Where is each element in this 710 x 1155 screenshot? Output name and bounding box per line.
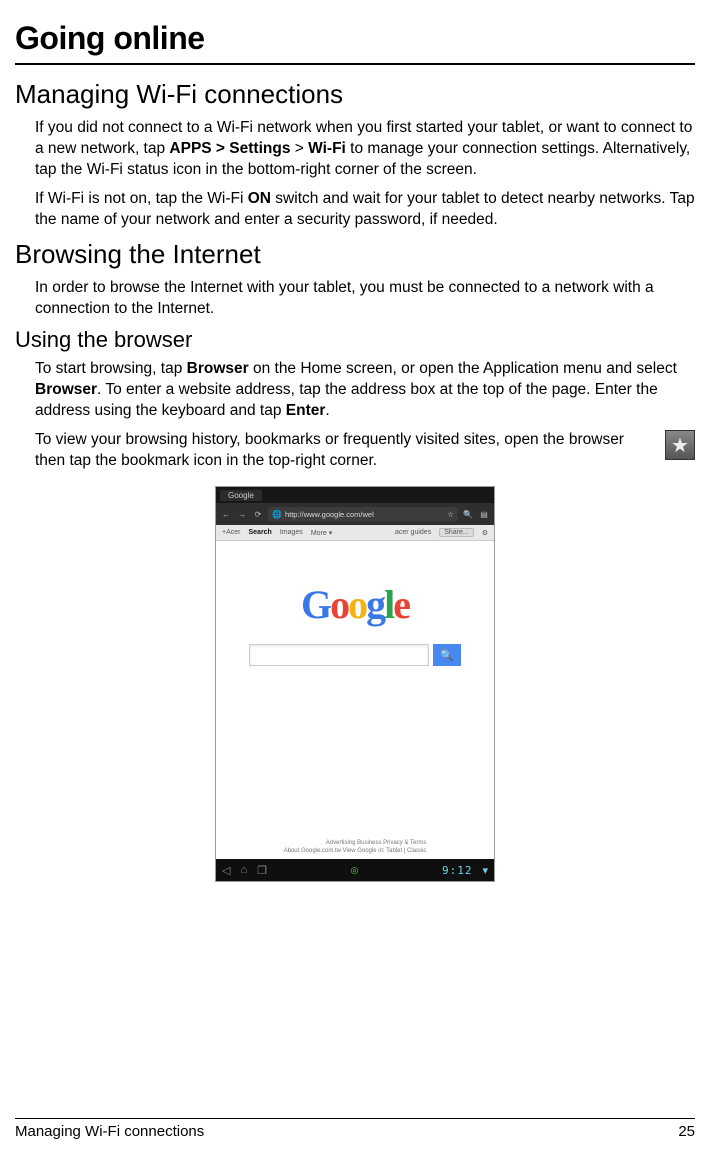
using-browser-paragraph-1: To start browsing, tap Browser on the Ho… [35, 359, 695, 422]
star-outline-icon: ☆ [447, 510, 454, 519]
using-browser-paragraph-2: To view your browsing history, bookmarks… [35, 430, 695, 472]
screenshot-tab: Google [220, 490, 262, 501]
browser-screenshot: Google ← → ⟳ 🌐 http://www.google.com/wel… [215, 486, 495, 882]
wifi-paragraph-1: If you did not connect to a Wi-Fi networ… [35, 118, 695, 181]
screenshot-system-bar: ◁ ⌂ ❐ ◎ 9:12 ▾ [216, 859, 494, 881]
text: If Wi-Fi is not on, tap the Wi-Fi [35, 190, 248, 207]
subnav-user: acer guides [395, 529, 431, 536]
logo-g6: e [393, 581, 409, 628]
bookmark-star-icon: ★ [665, 430, 695, 460]
url-text: http://www.google.com/wel [285, 510, 374, 519]
text: To view your browsing history, bookmarks… [35, 430, 657, 472]
logo-g3: o [348, 581, 366, 628]
google-logo: G o o g l e [301, 581, 409, 628]
screenshot-search-box [249, 644, 429, 666]
text: > [290, 140, 308, 157]
subnav-more: More ▾ [311, 529, 332, 537]
screenshot-search-button: 🔍 [433, 644, 461, 666]
text: . To enter a website address, tap the ad… [35, 381, 658, 419]
screenshot-tabbar: Google [216, 487, 494, 503]
footer-page-number: 25 [678, 1123, 695, 1140]
bookmarks-icon: ▤ [478, 510, 490, 519]
page-footer: Managing Wi-Fi connections 25 [15, 1118, 695, 1140]
subnav-images: Images [280, 529, 303, 536]
logo-g1: G [301, 581, 330, 628]
globe-icon: 🌐 [272, 510, 282, 519]
title-rule [15, 63, 695, 65]
nav-home-icon: ⌂ [240, 864, 247, 876]
nav-recent-icon: ❐ [257, 864, 267, 877]
footer-links-line2: About Google.com.tw View Google in: Tabl… [284, 848, 427, 856]
page-title: Going online [15, 20, 695, 57]
heading-browsing: Browsing the Internet [15, 239, 695, 270]
text: on the Home screen, or open the Applicat… [249, 360, 677, 377]
subnav-search: Search [248, 529, 271, 536]
bold-on: ON [248, 190, 271, 207]
forward-icon: → [236, 510, 248, 519]
browsing-paragraph-1: In order to browse the Internet with you… [35, 278, 695, 320]
back-icon: ← [220, 510, 232, 519]
nav-back-icon: ◁ [222, 864, 230, 877]
nav-center-icon: ◎ [277, 865, 432, 876]
reload-icon: ⟳ [252, 510, 264, 519]
subnav-plus: +Acer [222, 529, 240, 536]
screenshot-url-bar: 🌐 http://www.google.com/wel ☆ [268, 507, 458, 521]
bold-apps-settings: APPS > Settings [169, 140, 290, 157]
screenshot-toolbar: ← → ⟳ 🌐 http://www.google.com/wel ☆ 🔍 ▤ [216, 503, 494, 525]
screenshot-search-row: 🔍 [249, 644, 461, 666]
logo-g2: o [330, 581, 348, 628]
screenshot-footer-links: Advertising Business Privacy & Terms Abo… [278, 837, 433, 859]
gear-icon: ⚙ [482, 529, 488, 537]
heading-using-browser: Using the browser [15, 327, 695, 353]
nav-wifi-icon: ▾ [482, 864, 488, 877]
bold-browser-2: Browser [35, 381, 97, 398]
heading-wifi: Managing Wi-Fi connections [15, 79, 695, 110]
screenshot-subnav: +Acer Search Images More ▾ acer guides S… [216, 525, 494, 541]
bold-browser-1: Browser [187, 360, 249, 377]
wifi-paragraph-2: If Wi-Fi is not on, tap the Wi-Fi ON swi… [35, 189, 695, 231]
logo-g5: l [384, 581, 393, 628]
footer-links-line1: Advertising Business Privacy & Terms [284, 840, 427, 848]
screenshot-content: G o o g l e 🔍 Advertising Business Priva… [216, 541, 494, 859]
text: . [325, 402, 329, 419]
text: To start browsing, tap [35, 360, 187, 377]
footer-left: Managing Wi-Fi connections [15, 1123, 204, 1140]
logo-g4: g [366, 581, 384, 628]
bold-wifi: Wi-Fi [308, 140, 346, 157]
search-icon: 🔍 [462, 510, 474, 519]
nav-clock: 9:12 [442, 864, 473, 877]
bold-enter: Enter [286, 402, 326, 419]
subnav-share: Share... [439, 528, 474, 537]
